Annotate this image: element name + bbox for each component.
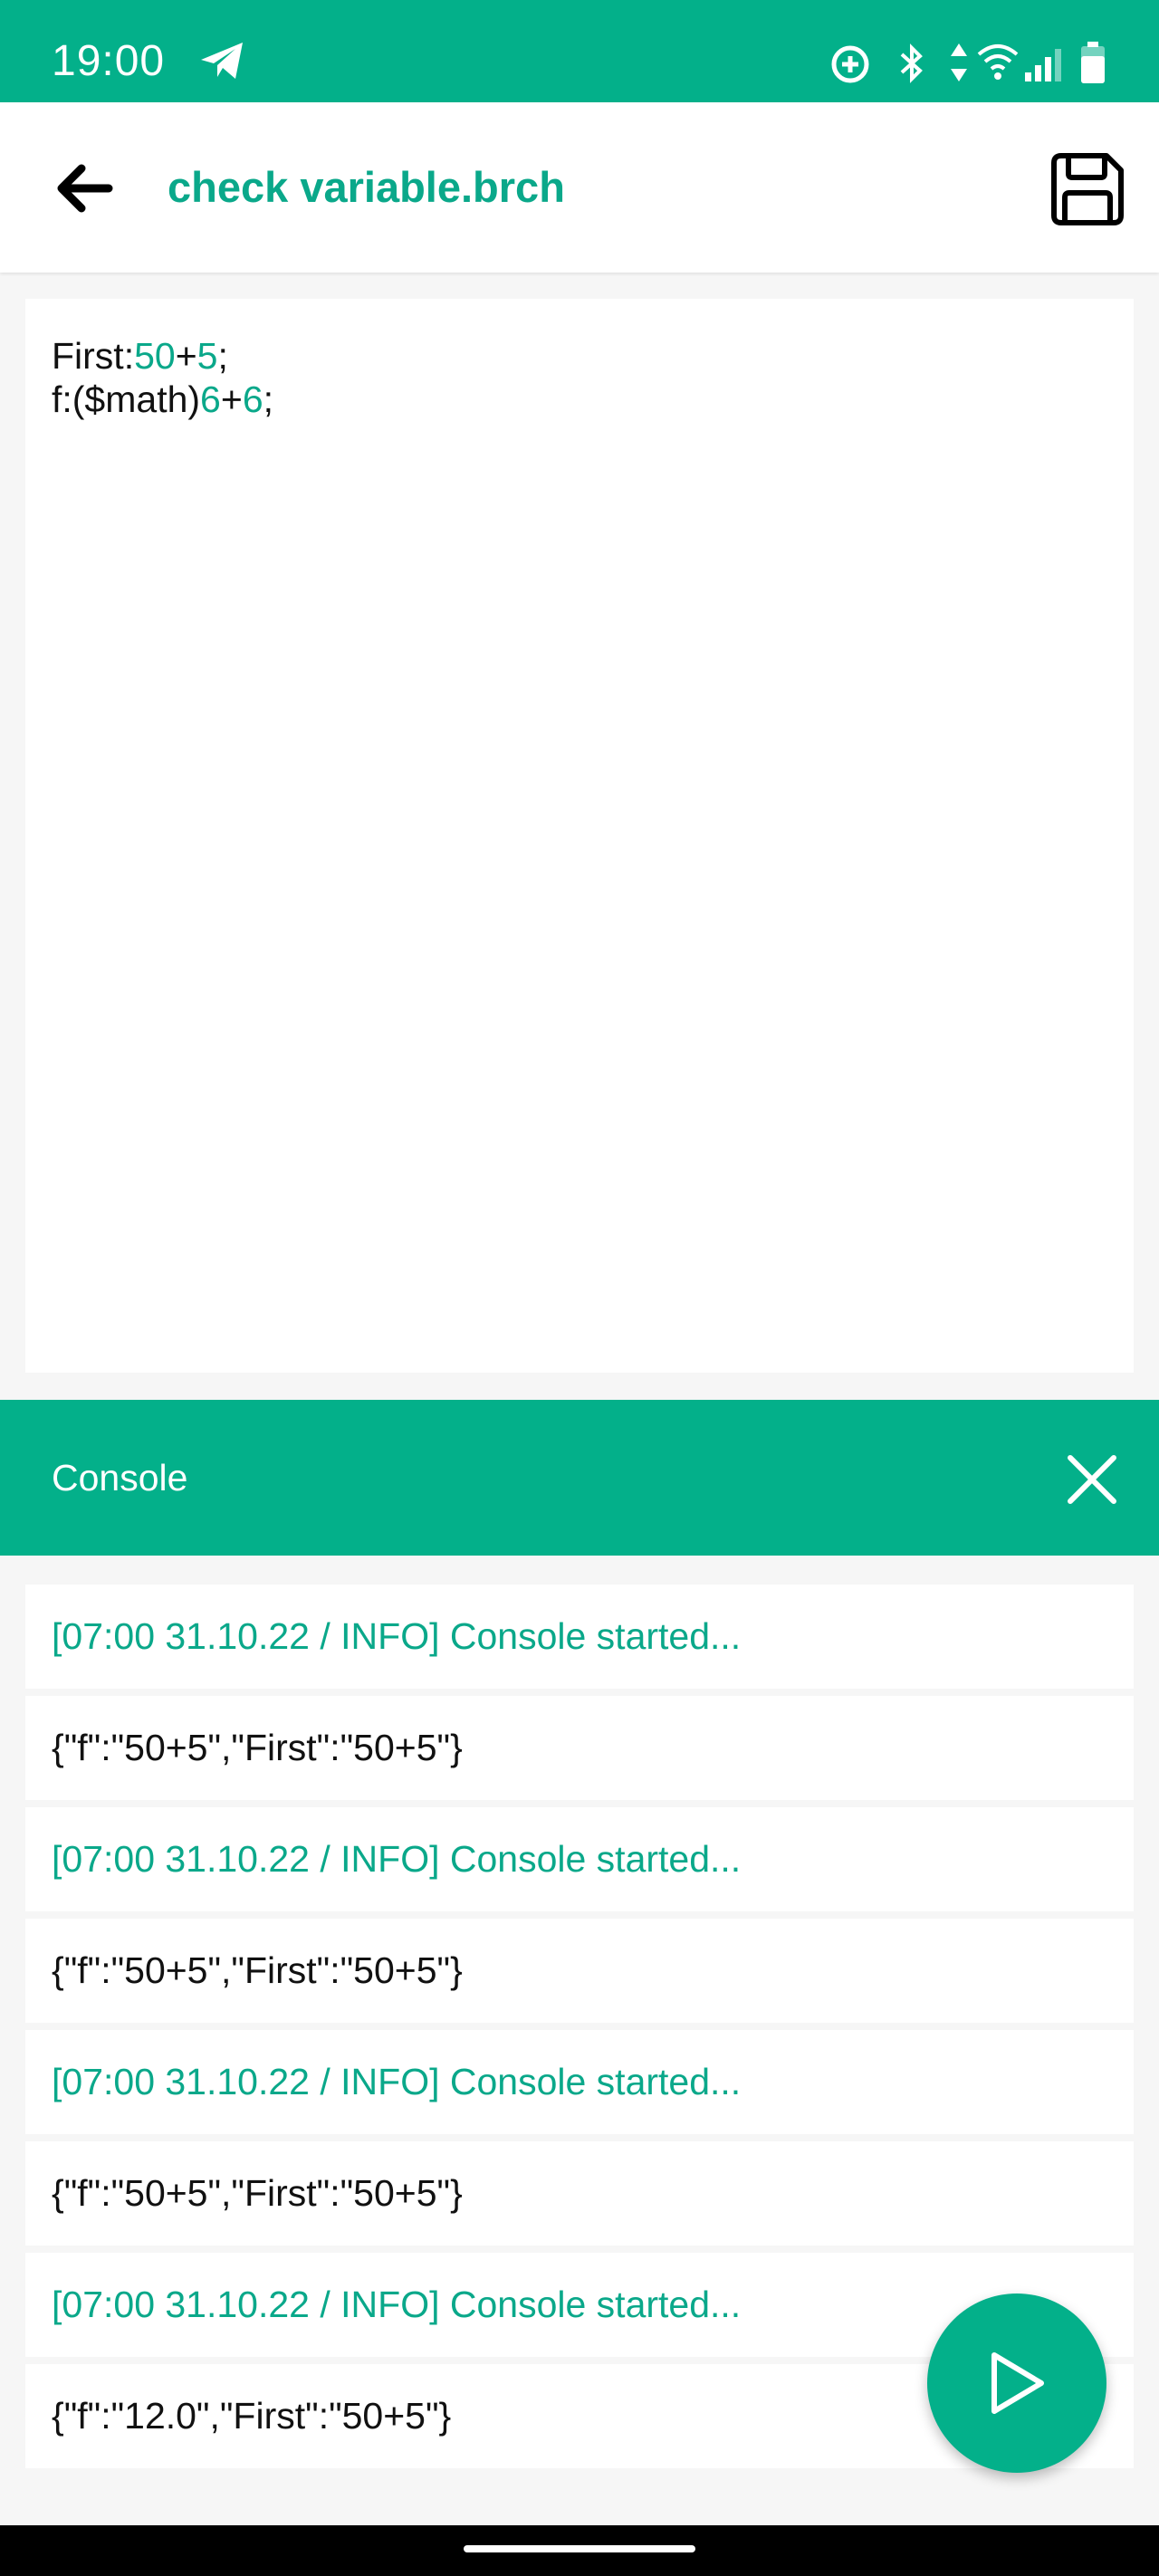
floppy-disk-icon[interactable] <box>1050 152 1125 226</box>
code-number-token: 6 <box>242 378 263 420</box>
code-token: f:($math) <box>52 378 201 420</box>
app-bar: check variable.brch <box>0 102 1159 273</box>
code-token: First: <box>52 335 135 377</box>
code-line: f:($math)6+6; <box>52 378 273 421</box>
console-entry: [07:00 31.10.22 / INFO] Console started.… <box>25 1585 1134 1689</box>
arrow-left-icon[interactable] <box>51 155 118 222</box>
data-saver-icon <box>831 45 869 83</box>
signal-icon <box>1025 49 1061 81</box>
close-icon[interactable] <box>1065 1452 1119 1507</box>
console-title: Console <box>52 1457 188 1499</box>
data-arrows-icon <box>951 43 967 81</box>
bluetooth-icon <box>900 43 923 83</box>
code-number-token: 50 <box>134 335 176 377</box>
console-entry: {"f":"50+5","First":"50+5"} <box>25 1696 1134 1800</box>
code-editor[interactable]: First:50+5; f:($math)6+6; <box>25 299 1134 1373</box>
code-token: ; <box>217 335 228 377</box>
console-entry-text: {"f":"50+5","First":"50+5"} <box>52 2172 463 2214</box>
console-entry: {"f":"50+5","First":"50+5"} <box>25 2141 1134 2246</box>
code-token: + <box>220 378 243 420</box>
play-icon <box>991 2352 1044 2414</box>
file-title: check variable.brch <box>168 163 565 211</box>
battery-icon <box>1081 42 1105 83</box>
console-header: Console <box>0 1400 1159 1556</box>
console-entry: [07:00 31.10.22 / INFO] Console started.… <box>25 2030 1134 2134</box>
console-entry-text: {"f":"50+5","First":"50+5"} <box>52 1727 463 1768</box>
telegram-icon <box>201 43 243 79</box>
console-entry-text: [07:00 31.10.22 / INFO] Console started.… <box>52 1838 742 1880</box>
console-entry: [07:00 31.10.22 / INFO] Console started.… <box>25 1807 1134 1911</box>
status-time: 19:00 <box>52 37 166 85</box>
code-number-token: 6 <box>200 378 221 420</box>
code-token: ; <box>263 378 274 420</box>
console-entry-text: [07:00 31.10.22 / INFO] Console started.… <box>52 2284 742 2325</box>
console-entry-text: {"f":"50+5","First":"50+5"} <box>52 1949 463 1991</box>
console-entry-text: [07:00 31.10.22 / INFO] Console started.… <box>52 2061 742 2102</box>
navigation-bar <box>0 2525 1159 2576</box>
console-entry-text: {"f":"12.0","First":"50+5"} <box>52 2395 452 2437</box>
wifi-icon <box>977 44 1019 80</box>
code-line: First:50+5; <box>52 334 228 378</box>
home-gesture-handle[interactable] <box>464 2545 695 2552</box>
code-number-token: 5 <box>196 335 218 377</box>
status-bar: 19:00 <box>0 0 1159 102</box>
console-entry-text: [07:00 31.10.22 / INFO] Console started.… <box>52 1615 742 1657</box>
console-entry: {"f":"50+5","First":"50+5"} <box>25 1919 1134 2023</box>
code-token: + <box>175 335 197 377</box>
run-button[interactable] <box>927 2294 1106 2473</box>
